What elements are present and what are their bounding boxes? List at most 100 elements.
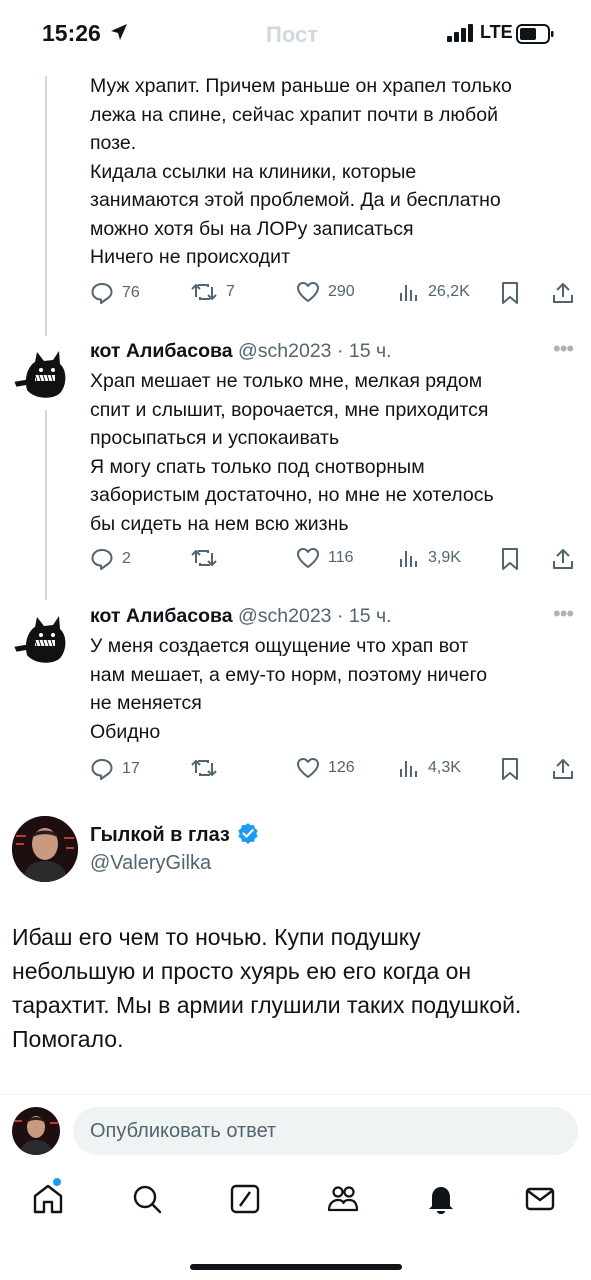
tab-home[interactable] xyxy=(31,1178,65,1216)
views-count: 26,2K xyxy=(428,283,470,300)
reply-line: Муж храпит. Причем раньше он храпел толь… xyxy=(90,75,512,97)
cellular-signal-icon xyxy=(447,24,473,42)
thread-line xyxy=(45,410,47,600)
post-line: небольшую и просто хуярь ею его когда он xyxy=(12,958,472,984)
post-header: кот Алибасова @sch2023 · 15 ч. xyxy=(90,605,392,628)
heart-icon xyxy=(297,548,319,568)
home-indicator[interactable] xyxy=(190,1264,402,1270)
post-line: Помогало. xyxy=(12,1026,124,1052)
action-bar: 76 7 290 26,2K xyxy=(90,281,580,307)
views-chart-icon xyxy=(400,761,417,777)
author-handle[interactable]: @ValeryGilka xyxy=(90,852,211,875)
reply-line: лежа на спине, сейчас храпит почти в люб… xyxy=(90,103,498,126)
reply-line: занимаются этой проблемой. Да и бесплатн… xyxy=(90,189,501,211)
like-button[interactable]: 126 xyxy=(296,757,355,779)
repost-button[interactable]: 7 xyxy=(190,281,235,303)
author-handle[interactable]: @sch2023 xyxy=(238,340,332,362)
tab-messages[interactable] xyxy=(523,1182,557,1216)
reply-text: Храп мешает не только мне, мелкая рядом … xyxy=(90,367,570,538)
action-bar: 17 126 4,3K xyxy=(90,757,580,783)
reply-icon xyxy=(91,283,113,304)
repost-count: 7 xyxy=(226,283,235,300)
author-handle[interactable]: @sch2023 xyxy=(238,605,332,627)
reply-icon xyxy=(91,549,113,570)
verified-badge-icon xyxy=(238,823,259,844)
grok-icon xyxy=(230,1184,260,1214)
views-button[interactable]: 26,2K xyxy=(398,281,470,303)
post-time: 15 ч. xyxy=(348,605,392,627)
header-title: Пост xyxy=(266,22,318,47)
share-icon xyxy=(553,283,573,303)
reply-text: Муж храпит. Причем раньше он храпел толь… xyxy=(90,72,570,272)
more-options-icon[interactable]: ••• xyxy=(553,601,574,627)
reply-count: 76 xyxy=(122,284,140,301)
bookmark-button[interactable] xyxy=(500,547,520,571)
share-button[interactable] xyxy=(552,547,574,571)
like-count: 290 xyxy=(328,283,355,300)
author-name[interactable]: кот Алибасова xyxy=(90,340,233,362)
reply-line: бы сидеть на нем всю жизнь xyxy=(90,512,349,535)
reply-line: забористым достаточно, но мне не хотелос… xyxy=(90,484,494,506)
reply-line: не меняется xyxy=(90,692,202,714)
cat-avatar-icon xyxy=(13,351,66,398)
post-line: Ибаш его чем то ночью. Купи подушку xyxy=(12,924,421,950)
home-icon xyxy=(33,1184,63,1214)
reply-button[interactable]: 17 xyxy=(90,757,140,781)
avatar[interactable] xyxy=(13,340,77,404)
reply-line: просыпаться и успокаивать xyxy=(90,427,340,449)
reply-input[interactable]: Опубликовать ответ xyxy=(73,1107,578,1155)
bookmark-button[interactable] xyxy=(500,281,520,305)
reply-composer: Опубликовать ответ xyxy=(0,1094,591,1156)
tab-search[interactable] xyxy=(130,1182,164,1216)
heart-icon xyxy=(297,282,319,302)
reply-line: Кидала ссылки на клиники, которые xyxy=(90,160,417,183)
thread-line xyxy=(45,66,47,336)
share-button[interactable] xyxy=(552,281,574,305)
reply-icon xyxy=(91,759,113,780)
more-options-icon[interactable]: ••• xyxy=(553,336,574,362)
like-button[interactable]: 116 xyxy=(296,547,354,569)
avatar[interactable] xyxy=(13,605,77,669)
reply-count: 2 xyxy=(122,550,131,567)
repost-button[interactable] xyxy=(190,757,218,779)
author-avatar[interactable] xyxy=(12,816,78,882)
network-type: LTE xyxy=(480,22,513,42)
reply-text: У меня создается ощущение что храп вот н… xyxy=(90,632,570,746)
notification-dot xyxy=(53,1178,61,1186)
views-count: 4,3K xyxy=(428,759,461,776)
share-button[interactable] xyxy=(552,757,574,781)
share-icon xyxy=(553,759,573,779)
tab-communities[interactable] xyxy=(326,1182,360,1216)
reply-line: Обидно xyxy=(90,720,161,743)
tab-grok[interactable] xyxy=(228,1182,262,1216)
messages-icon xyxy=(525,1187,555,1211)
status-time: 15:26 xyxy=(42,20,101,46)
cat-avatar-icon xyxy=(13,616,66,663)
reply-line: Храп мешает не только мне, мелкая рядом xyxy=(90,370,483,392)
repost-button[interactable] xyxy=(190,547,218,569)
post-line: тарахтит. Мы в армии глушили таких подуш… xyxy=(12,992,522,1018)
search-icon xyxy=(133,1185,162,1214)
reply-line: позе. xyxy=(90,132,137,154)
like-button[interactable]: 290 xyxy=(296,281,355,303)
reply-button[interactable]: 76 xyxy=(90,281,140,305)
communities-icon xyxy=(327,1186,359,1212)
reply-count: 17 xyxy=(122,760,140,777)
tab-notifications[interactable] xyxy=(424,1182,458,1216)
bookmark-button[interactable] xyxy=(500,757,520,781)
author-name[interactable]: кот Алибасова xyxy=(90,605,233,627)
views-button[interactable]: 4,3K xyxy=(398,757,461,779)
repost-icon xyxy=(191,759,217,777)
status-bar: Пост 15:26 LTE xyxy=(0,0,591,66)
author-name[interactable]: Гылкой в глаз xyxy=(90,822,259,847)
reply-button[interactable]: 2 xyxy=(90,547,131,571)
views-count: 3,9K xyxy=(428,549,461,566)
repost-icon xyxy=(191,549,217,567)
own-avatar[interactable] xyxy=(12,1107,60,1155)
reply-line: У меня создается ощущение что храп вот xyxy=(90,635,469,657)
views-button[interactable]: 3,9K xyxy=(398,547,461,569)
action-bar: 2 116 3,9K xyxy=(90,547,580,573)
separator: · xyxy=(336,340,344,362)
bookmark-icon xyxy=(502,548,518,570)
reply-line: Я могу спать только под снотворным xyxy=(90,455,425,478)
